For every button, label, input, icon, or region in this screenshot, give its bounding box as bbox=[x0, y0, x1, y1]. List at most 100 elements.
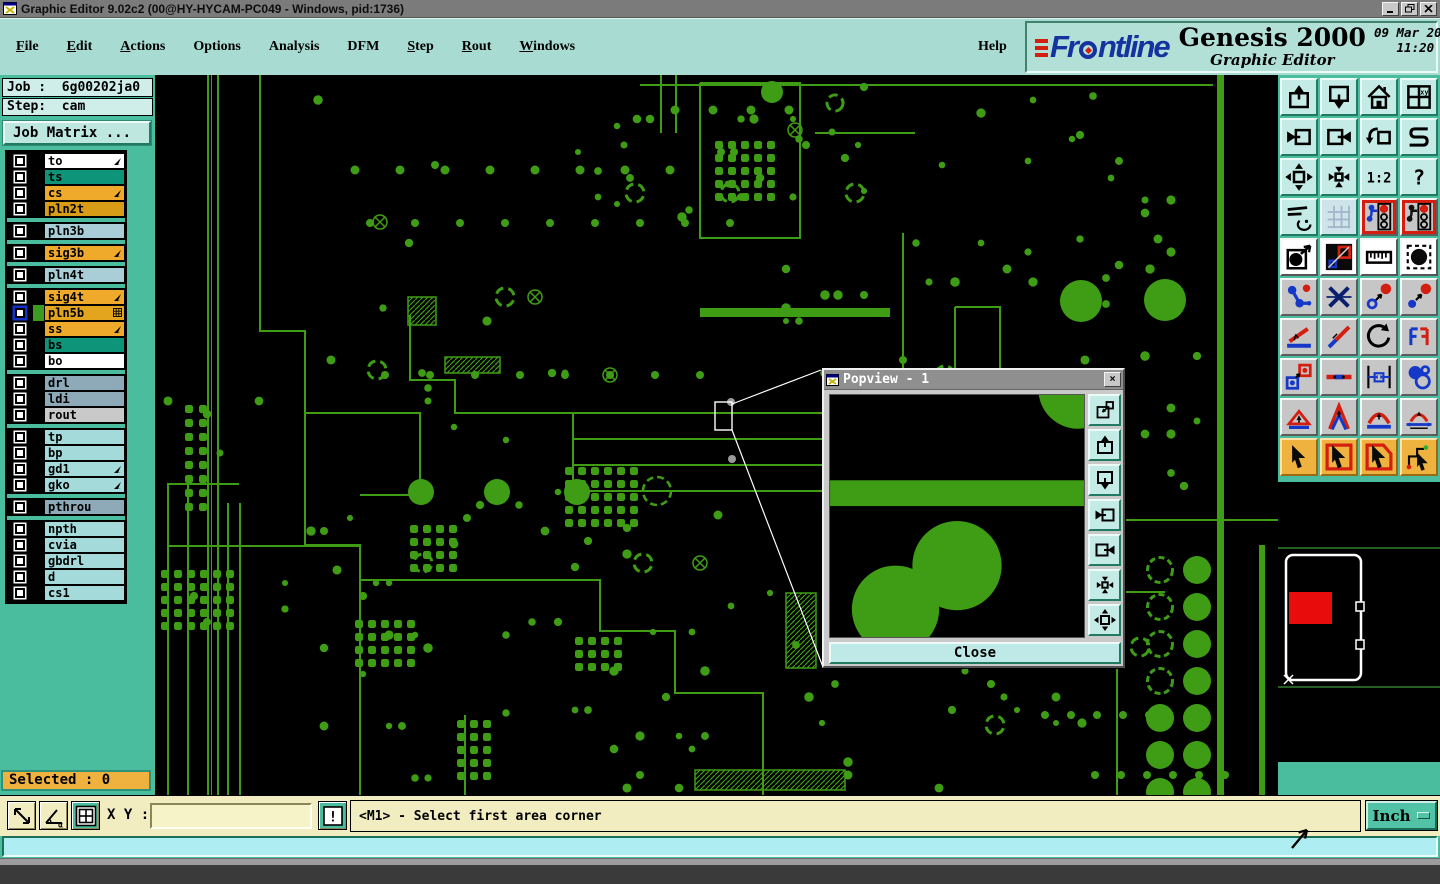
restore-button[interactable] bbox=[1401, 1, 1418, 16]
job-matrix-button[interactable]: Job Matrix ... bbox=[2, 120, 152, 146]
layer-name-pthrou[interactable]: pthrou bbox=[44, 499, 125, 515]
layer-swatch-pln2t[interactable] bbox=[33, 201, 44, 217]
grid-window-button[interactable] bbox=[71, 801, 100, 830]
layer-swatch-drl[interactable] bbox=[33, 375, 44, 391]
layer-swatch-pthrou[interactable] bbox=[33, 499, 44, 515]
layer-checkbox-cvia[interactable] bbox=[7, 537, 33, 553]
layer-name-cvia[interactable]: cvia bbox=[44, 537, 125, 553]
layer-swatch-pln5b[interactable] bbox=[33, 305, 44, 321]
menu-rout[interactable]: Rout bbox=[462, 39, 492, 55]
pcb-canvas[interactable]: Popview - 1 × Close bbox=[155, 75, 1278, 795]
popview-titlebar[interactable]: Popview - 1 × bbox=[824, 370, 1123, 390]
layer-name-rout[interactable]: rout bbox=[44, 407, 125, 423]
scale-1-2-button[interactable]: 1:2 bbox=[1360, 158, 1398, 196]
delete-button[interactable] bbox=[1320, 278, 1358, 316]
popview-pan-right-button[interactable] bbox=[1088, 534, 1121, 566]
popview-clone-button[interactable] bbox=[1088, 394, 1121, 426]
layer-name-gbdrl[interactable]: gbdrl bbox=[44, 553, 125, 569]
layer-checkbox-ts[interactable] bbox=[7, 169, 33, 185]
repaint-view-button[interactable] bbox=[1400, 118, 1438, 156]
angle-tool-button[interactable]: α bbox=[39, 801, 68, 830]
layer-swatch-cvia[interactable] bbox=[33, 537, 44, 553]
layer-swatch-to[interactable] bbox=[33, 153, 44, 169]
minimap[interactable] bbox=[1278, 482, 1440, 762]
layer-checkbox-pln2t[interactable] bbox=[7, 201, 33, 217]
help-button[interactable]: ? bbox=[1400, 158, 1438, 196]
layer-checkbox-npth[interactable] bbox=[7, 521, 33, 537]
minimize-button[interactable] bbox=[1382, 1, 1399, 16]
popview-close-icon[interactable]: × bbox=[1104, 372, 1121, 387]
layer-checkbox-to[interactable] bbox=[7, 153, 33, 169]
layer-checkbox-gko[interactable] bbox=[7, 477, 33, 493]
layer-swatch-npth[interactable] bbox=[33, 521, 44, 537]
copy-button[interactable] bbox=[1400, 278, 1438, 316]
layer-swatch-d[interactable] bbox=[33, 569, 44, 585]
zoom-area-out-button[interactable] bbox=[1320, 78, 1358, 116]
popview-close-button[interactable]: Close bbox=[829, 642, 1121, 664]
layer-swatch-gbdrl[interactable] bbox=[33, 553, 44, 569]
layer-checkbox-ldi[interactable] bbox=[7, 391, 33, 407]
menu-windows[interactable]: Windows bbox=[519, 39, 575, 55]
layer-name-pln4t[interactable]: pln4t bbox=[44, 267, 125, 283]
layer-checkbox-d[interactable] bbox=[7, 569, 33, 585]
layer-swatch-ldi[interactable] bbox=[33, 391, 44, 407]
layer-swatch-gd1[interactable] bbox=[33, 461, 44, 477]
layer-name-sig3b[interactable]: sig3b bbox=[44, 245, 125, 261]
select-mode-point-button[interactable] bbox=[1280, 438, 1318, 476]
layer-checkbox-cs1[interactable] bbox=[7, 585, 33, 601]
layer-checkbox-cs[interactable] bbox=[7, 185, 33, 201]
layer-checkbox-pln4t[interactable] bbox=[7, 267, 33, 283]
rotate-button[interactable] bbox=[1360, 318, 1398, 356]
layer-checkbox-bs[interactable] bbox=[7, 337, 33, 353]
layer-swatch-tp[interactable] bbox=[33, 429, 44, 445]
views-window-button[interactable]: xy bbox=[1400, 78, 1438, 116]
contour-button[interactable] bbox=[1400, 358, 1438, 396]
layer-name-drl[interactable]: drl bbox=[44, 375, 125, 391]
layer-name-ts[interactable]: ts bbox=[44, 169, 125, 185]
layer-name-pln5b[interactable]: pln5b bbox=[44, 305, 125, 321]
popview-zoom-out-2x-button[interactable] bbox=[1088, 604, 1121, 636]
home-view-button[interactable] bbox=[1360, 78, 1398, 116]
layer-checkbox-bo[interactable] bbox=[7, 353, 33, 369]
layer-swatch-cs[interactable] bbox=[33, 185, 44, 201]
layer-checkbox-pln3b[interactable] bbox=[7, 223, 33, 239]
layer-name-npth[interactable]: npth bbox=[44, 521, 125, 537]
net-select-button[interactable] bbox=[1280, 278, 1318, 316]
arrow-mode-1-button[interactable] bbox=[1280, 398, 1318, 436]
layer-swatch-sig3b[interactable] bbox=[33, 245, 44, 261]
layer-name-ldi[interactable]: ldi bbox=[44, 391, 125, 407]
stretch-button[interactable] bbox=[1320, 358, 1358, 396]
arrow-mode-4-button[interactable] bbox=[1400, 398, 1438, 436]
layer-swatch-gko[interactable] bbox=[33, 477, 44, 493]
layer-swatch-ts[interactable] bbox=[33, 169, 44, 185]
select-mode-frame-button[interactable] bbox=[1320, 438, 1358, 476]
menu-step[interactable]: Step bbox=[407, 39, 433, 55]
pan-right-button[interactable] bbox=[1320, 118, 1358, 156]
layer-name-cs[interactable]: cs bbox=[44, 185, 125, 201]
layer-swatch-bp[interactable] bbox=[33, 445, 44, 461]
layer-name-pln2t[interactable]: pln2t bbox=[44, 201, 125, 217]
layer-swatch-sig4t[interactable] bbox=[33, 289, 44, 305]
scale-tool-button[interactable] bbox=[7, 801, 36, 830]
arrow-mode-3-button[interactable] bbox=[1360, 398, 1398, 436]
layer-checkbox-gbdrl[interactable] bbox=[7, 553, 33, 569]
menu-file[interactable]: File bbox=[16, 39, 39, 55]
menu-dfm[interactable]: DFM bbox=[347, 39, 379, 55]
zoom-out-2x-button[interactable] bbox=[1280, 158, 1318, 196]
net-reference-alt-button[interactable] bbox=[1400, 198, 1438, 236]
layer-checkbox-drl[interactable] bbox=[7, 375, 33, 391]
layer-checkbox-tp[interactable] bbox=[7, 429, 33, 445]
popview-zoom-in-2x-button[interactable] bbox=[1088, 569, 1121, 601]
layer-swatch-pln4t[interactable] bbox=[33, 267, 44, 283]
layer-name-d[interactable]: d bbox=[44, 569, 125, 585]
layer-swatch-cs1[interactable] bbox=[33, 585, 44, 601]
popview-canvas[interactable] bbox=[829, 394, 1085, 638]
layer-name-sig4t[interactable]: sig4t bbox=[44, 289, 125, 305]
layer-checkbox-bp[interactable] bbox=[7, 445, 33, 461]
layer-checkbox-pthrou[interactable] bbox=[7, 499, 33, 515]
layer-name-ss[interactable]: ss bbox=[44, 321, 125, 337]
menu-options[interactable]: Options bbox=[193, 39, 240, 55]
single-select-button[interactable] bbox=[1280, 238, 1318, 276]
layer-swatch-rout[interactable] bbox=[33, 407, 44, 423]
layer-checkbox-pln5b[interactable] bbox=[7, 305, 33, 321]
